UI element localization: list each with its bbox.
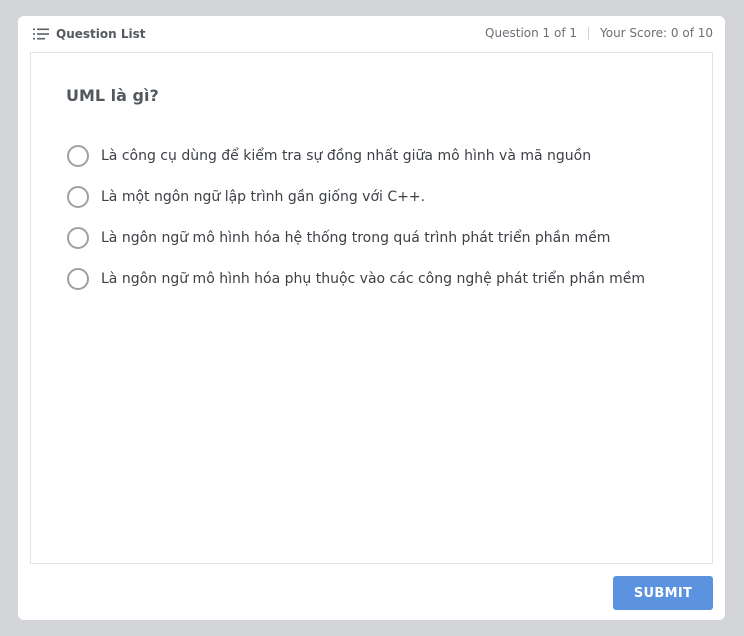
answer-option-1[interactable]: Là công cụ dùng để kiểm tra sự đồng nhất…: [67, 135, 707, 176]
answer-option-4[interactable]: Là ngôn ngữ mô hình hóa phụ thuộc vào cá…: [67, 258, 707, 299]
score-display: Your Score: 0 of 10: [600, 26, 713, 40]
radio-button-icon[interactable]: [67, 185, 89, 208]
answer-option-label: Là ngôn ngữ mô hình hóa hệ thống trong q…: [101, 229, 611, 246]
radio-button-icon[interactable]: [67, 226, 89, 249]
answer-option-3[interactable]: Là ngôn ngữ mô hình hóa hệ thống trong q…: [67, 217, 707, 258]
question-panel: UML là gì? Là công cụ dùng để kiểm tra s…: [30, 52, 713, 564]
quiz-header: Question List Question 1 of 1 Your Score…: [18, 16, 725, 52]
quiz-card: Question List Question 1 of 1 Your Score…: [18, 16, 725, 620]
submit-button[interactable]: SUBMIT: [613, 576, 713, 610]
list-icon: [33, 28, 49, 40]
answer-option-label: Là một ngôn ngữ lập trình gần giống với …: [101, 188, 426, 205]
answer-option-label: Là công cụ dùng để kiểm tra sự đồng nhất…: [101, 147, 592, 164]
question-text: UML là gì?: [66, 86, 159, 105]
radio-button-icon[interactable]: [67, 267, 89, 290]
question-counter: Question 1 of 1: [485, 26, 577, 40]
answer-option-2[interactable]: Là một ngôn ngữ lập trình gần giống với …: [67, 176, 707, 217]
quiz-meta: Question 1 of 1 Your Score: 0 of 10: [485, 26, 713, 40]
answer-options: Là công cụ dùng để kiểm tra sự đồng nhất…: [67, 135, 707, 299]
answer-option-label: Là ngôn ngữ mô hình hóa phụ thuộc vào cá…: [101, 270, 646, 287]
radio-button-icon[interactable]: [67, 144, 89, 167]
meta-divider: [588, 26, 589, 40]
question-list-button[interactable]: Question List: [33, 25, 145, 43]
question-list-label: Question List: [56, 27, 146, 41]
